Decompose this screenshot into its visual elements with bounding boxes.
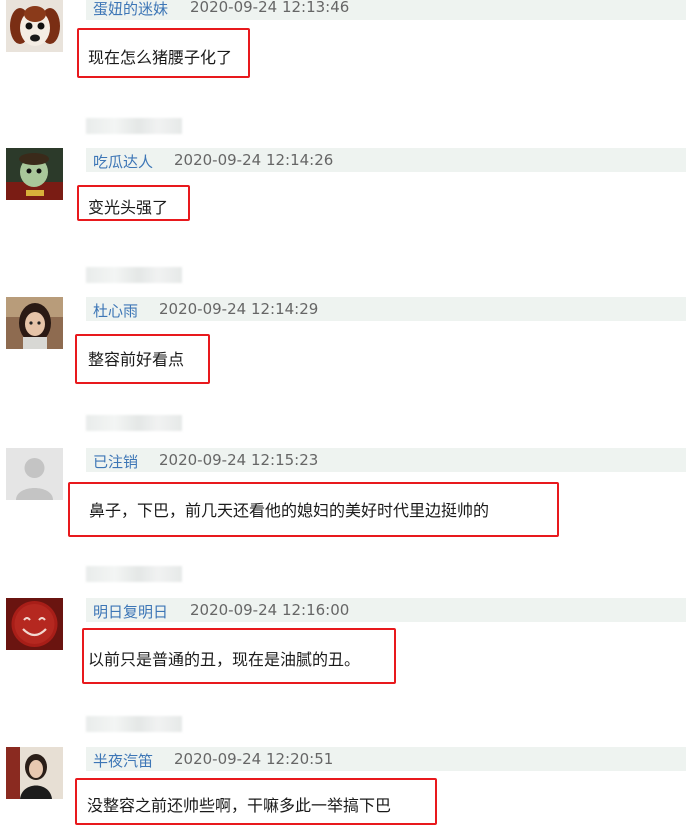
- blurred-reply-bar: [86, 566, 182, 582]
- blurred-reply-bar: [86, 118, 182, 134]
- comment-box: 整容前好看点: [75, 334, 210, 384]
- avatar[interactable]: [6, 148, 63, 200]
- comment-header: 杜心雨 2020-09-24 12:14:29: [86, 297, 686, 321]
- avatar[interactable]: [6, 747, 63, 799]
- comment-text: 鼻子，下巴，前几天还看他的媳妇的美好时代里边挺帅的: [89, 501, 490, 520]
- comment-text: 变光头强了: [88, 198, 169, 217]
- comment-box: 变光头强了: [77, 185, 190, 221]
- timestamp: 2020-09-24 12:20:51: [174, 750, 334, 768]
- comment-text: 现在怎么猪腰子化了: [88, 48, 233, 67]
- comment-header: 半夜汽笛 2020-09-24 12:20:51: [86, 747, 686, 771]
- comment-box: 没整容之前还帅些啊，干嘛多此一举搞下巴: [75, 778, 437, 825]
- avatar[interactable]: [6, 0, 63, 52]
- smiley-avatar-icon: [6, 598, 63, 650]
- blurred-reply-bar: [86, 716, 182, 732]
- timestamp: 2020-09-24 12:13:46: [190, 0, 350, 16]
- comment-header: 蛋妞的迷妹 2020-09-24 12:13:46: [86, 0, 686, 20]
- timestamp: 2020-09-24 12:14:29: [159, 300, 319, 318]
- avatar[interactable]: [6, 297, 63, 349]
- avatar[interactable]: [6, 448, 63, 500]
- avatar[interactable]: [6, 598, 63, 650]
- username[interactable]: 蛋妞的迷妹: [93, 0, 168, 19]
- username[interactable]: 杜心雨: [93, 300, 138, 321]
- username[interactable]: 明日复明日: [93, 601, 168, 622]
- woman-avatar-icon: [6, 747, 63, 799]
- blurred-reply-bar: [86, 267, 182, 283]
- timestamp: 2020-09-24 12:16:00: [190, 601, 350, 619]
- dog-avatar-icon: [6, 0, 63, 52]
- username[interactable]: 半夜汽笛: [93, 750, 153, 771]
- username[interactable]: 已注销: [93, 451, 138, 472]
- comment-header: 已注销 2020-09-24 12:15:23: [86, 448, 686, 472]
- comment-box: 以前只是普通的丑，现在是油腻的丑。: [82, 628, 396, 684]
- comment-box: 鼻子，下巴，前几天还看他的媳妇的美好时代里边挺帅的: [68, 482, 559, 537]
- comment-text: 没整容之前还帅些啊，干嘛多此一举搞下巴: [87, 796, 392, 815]
- comment-text: 整容前好看点: [88, 350, 185, 369]
- blurred-reply-bar: [86, 415, 182, 431]
- comment-header: 吃瓜达人 2020-09-24 12:14:26: [86, 148, 686, 172]
- girl-avatar-icon: [6, 297, 63, 349]
- comment-header: 明日复明日 2020-09-24 12:16:00: [86, 598, 686, 622]
- default-user-icon: [6, 448, 63, 500]
- timestamp: 2020-09-24 12:14:26: [174, 151, 334, 169]
- cartoon-avatar-icon: [6, 148, 63, 200]
- comment-box: 现在怎么猪腰子化了: [77, 28, 250, 78]
- timestamp: 2020-09-24 12:15:23: [159, 451, 319, 469]
- username[interactable]: 吃瓜达人: [93, 151, 153, 172]
- comment-text: 以前只是普通的丑，现在是油腻的丑。: [88, 650, 361, 669]
